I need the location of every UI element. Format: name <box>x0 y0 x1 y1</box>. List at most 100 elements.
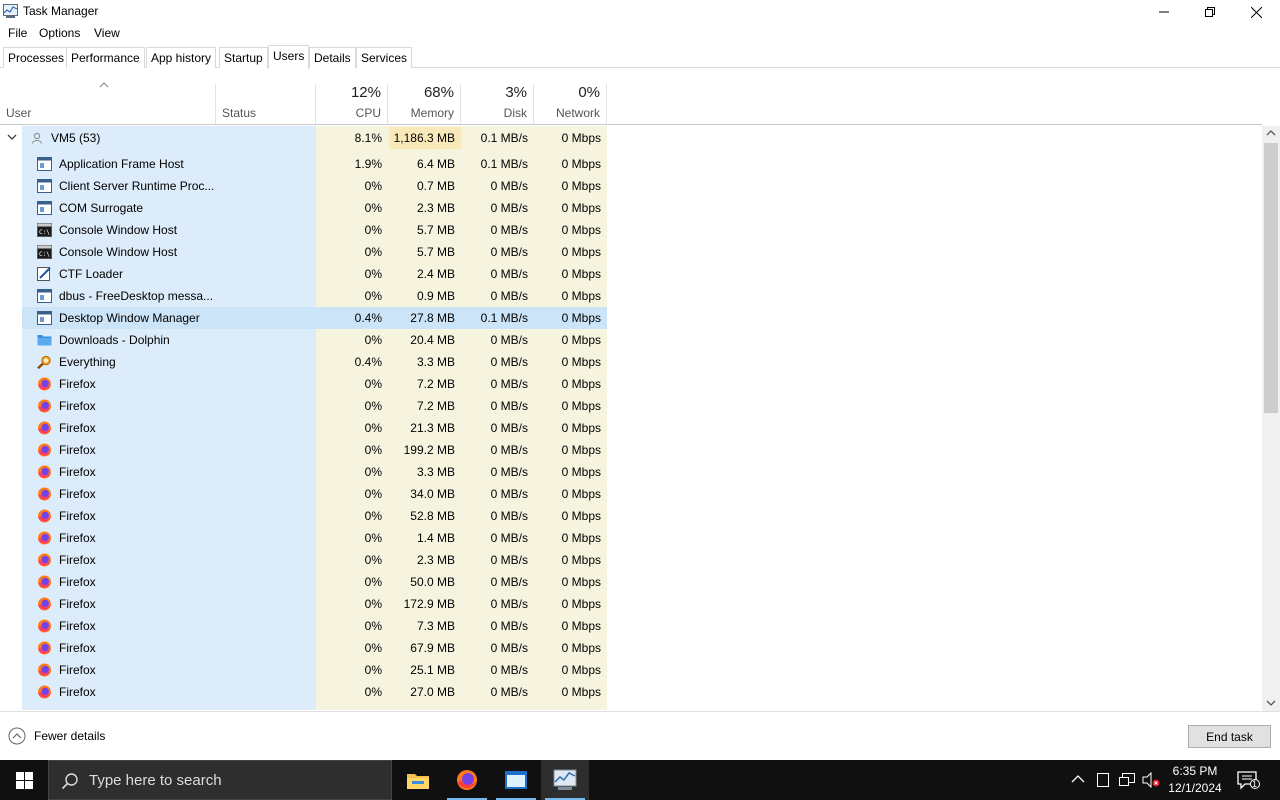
column-user[interactable]: User <box>0 84 216 124</box>
menu-options[interactable]: Options <box>39 26 80 40</box>
show-hidden-icons-icon[interactable] <box>1071 775 1085 783</box>
fewer-details-button[interactable]: Fewer details <box>8 727 105 745</box>
process-network: 0 Mbps <box>561 509 601 523</box>
taskbar-file-explorer[interactable] <box>394 760 442 800</box>
process-memory: 34.0 MB <box>410 487 455 501</box>
process-row-selected[interactable]: Desktop Window Manager 0.4% 27.8 MB 0.1 MB/… <box>22 307 607 329</box>
process-disk: 0 MB/s <box>490 355 528 369</box>
chevron-down-icon[interactable] <box>7 134 17 141</box>
vertical-scrollbar[interactable] <box>1262 126 1280 711</box>
window-icon <box>37 289 52 303</box>
scroll-up-icon[interactable] <box>1266 130 1276 136</box>
minimize-button[interactable] <box>1141 0 1187 24</box>
process-row[interactable]: Downloads - Dolphin 0% 20.4 MB 0 MB/s 0 Mbps <box>22 329 607 351</box>
process-memory: 20.4 MB <box>410 333 455 347</box>
window-app-icon <box>505 771 527 789</box>
process-memory: 21.3 MB <box>410 421 455 435</box>
menu-view[interactable]: View <box>94 26 120 40</box>
process-row[interactable]: Firefox 0% 67.9 MB 0 MB/s 0 Mbps <box>22 637 607 659</box>
start-button[interactable] <box>0 760 48 800</box>
process-row[interactable]: Firefox 0% 3.3 MB 0 MB/s 0 Mbps <box>22 461 607 483</box>
process-cpu: 0% <box>364 663 382 677</box>
console-icon: C:\ <box>37 245 52 259</box>
process-cpu: 0% <box>364 377 382 391</box>
process-cpu: 0.4% <box>354 355 382 369</box>
process-row[interactable]: Firefox 0% 172.9 MB 0 MB/s 0 Mbps <box>22 593 607 615</box>
process-row[interactable]: Firefox 0% 2.3 MB 0 MB/s 0 Mbps <box>22 549 607 571</box>
taskbar-window-app[interactable] <box>492 760 540 800</box>
process-row[interactable]: Firefox 0% 27.0 MB 0 MB/s 0 Mbps <box>22 681 607 703</box>
process-cpu: 0% <box>364 179 382 193</box>
process-row[interactable]: Firefox 0% 199.2 MB 0 MB/s 0 Mbps <box>22 439 607 461</box>
close-button[interactable] <box>1233 0 1279 24</box>
process-memory: 52.8 MB <box>410 509 455 523</box>
process-network: 0 Mbps <box>561 355 601 369</box>
process-disk: 0 MB/s <box>490 641 528 655</box>
process-row[interactable]: Firefox 0% 52.8 MB 0 MB/s 0 Mbps <box>22 505 607 527</box>
process-row[interactable]: Firefox 0% 1.4 MB 0 MB/s 0 Mbps <box>22 527 607 549</box>
column-status[interactable]: Status <box>216 84 316 124</box>
tab-processes[interactable]: Processes <box>3 47 70 68</box>
tab-app-history[interactable]: App history <box>146 47 217 68</box>
action-center-button[interactable]: 1 <box>1236 770 1260 793</box>
tab-performance[interactable]: Performance <box>66 47 145 68</box>
speaker-muted-icon[interactable] <box>1142 772 1160 788</box>
process-network: 0 Mbps <box>561 575 601 589</box>
process-memory: 25.1 MB <box>410 663 455 677</box>
tab-startup[interactable]: Startup <box>219 47 268 68</box>
taskbar-firefox[interactable] <box>443 760 491 800</box>
process-disk: 0 MB/s <box>490 553 528 567</box>
tab-users[interactable]: Users <box>268 45 310 69</box>
tab-details[interactable]: Details <box>309 47 356 68</box>
scrollbar-thumb[interactable] <box>1264 143 1278 413</box>
column-disk[interactable]: 3% Disk <box>461 84 534 124</box>
process-row[interactable]: dbus - FreeDesktop messa... 0% 0.9 MB 0 MB/… <box>22 285 607 307</box>
search-placeholder: Type here to search <box>89 772 222 789</box>
column-network-label: Network <box>555 106 600 120</box>
column-memory[interactable]: 68% Memory <box>388 84 461 124</box>
user-group-row[interactable]: VM5 (53) 8.1% 1,186.3 MB 0.1 MB/s 0 Mbps <box>0 127 607 149</box>
process-row[interactable]: Firefox 0% 7.3 MB 0 MB/s 0 Mbps <box>22 615 607 637</box>
process-disk: 0 MB/s <box>490 333 528 347</box>
taskbar-task-manager[interactable] <box>541 760 589 800</box>
process-name: Firefox <box>59 443 96 457</box>
firefox-icon <box>37 619 52 633</box>
process-row[interactable]: Client Server Runtime Proc... 0% 0.7 MB 0 M… <box>22 175 607 197</box>
tab-services[interactable]: Services <box>356 47 413 68</box>
process-row[interactable]: Everything 0.4% 3.3 MB 0 MB/s 0 Mbps <box>22 351 607 373</box>
process-row[interactable]: Firefox 0% 25.1 MB 0 MB/s 0 Mbps <box>22 659 607 681</box>
process-name: Firefox <box>59 377 96 391</box>
restore-button[interactable] <box>1187 0 1233 24</box>
firefox-icon <box>37 553 52 567</box>
column-user-label: User <box>6 106 32 120</box>
process-row[interactable]: C:\ Console Window Host 0% 5.7 MB 0 MB/s 0 Mb… <box>22 219 607 241</box>
column-network[interactable]: 0% Network <box>534 84 607 124</box>
scroll-down-icon[interactable] <box>1266 700 1276 706</box>
menu-file[interactable]: File <box>8 26 27 40</box>
process-row[interactable]: Firefox 0% 34.0 MB 0 MB/s 0 Mbps <box>22 483 607 505</box>
process-row[interactable]: Firefox 0% 7.2 MB 0 MB/s 0 Mbps <box>22 395 607 417</box>
taskbar-search-box[interactable]: Type here to search <box>48 760 392 800</box>
process-row[interactable]: CTF Loader 0% 2.4 MB 0 MB/s 0 Mbps <box>22 263 607 285</box>
process-row[interactable]: Firefox 0% 21.3 MB 0 MB/s 0 Mbps <box>22 417 607 439</box>
process-network: 0 Mbps <box>561 421 601 435</box>
process-disk: 0.1 MB/s <box>480 157 528 171</box>
process-row[interactable]: C:\ Console Window Host 0% 5.7 MB 0 MB/s 0 Mb… <box>22 241 607 263</box>
process-network: 0 Mbps <box>561 333 601 347</box>
tablet-icon[interactable] <box>1096 772 1110 788</box>
process-name: Firefox <box>59 509 96 523</box>
process-row[interactable]: COM Surrogate 0% 2.3 MB 0 MB/s 0 Mbps <box>22 197 607 219</box>
search-icon <box>61 773 78 790</box>
title-bar: Task Manager <box>0 0 1280 24</box>
process-memory: 50.0 MB <box>410 575 455 589</box>
process-row[interactable]: Firefox 0% 50.0 MB 0 MB/s 0 Mbps <box>22 571 607 593</box>
process-list: VM5 (53) 8.1% 1,186.3 MB 0.1 MB/s 0 Mbps… <box>0 126 1262 710</box>
system-clock[interactable]: 6:35 PM 12/1/2024 <box>1160 763 1230 797</box>
process-row[interactable]: Firefox 0% 7.2 MB 0 MB/s 0 Mbps <box>22 373 607 395</box>
process-row[interactable]: Application Frame Host 1.9% 6.4 MB 0.1 MB/s… <box>22 153 607 175</box>
end-task-button[interactable]: End task <box>1188 725 1271 748</box>
network-icon[interactable] <box>1118 772 1136 788</box>
column-cpu[interactable]: 12% CPU <box>316 84 388 124</box>
process-name: Everything <box>59 355 116 369</box>
process-cpu: 0% <box>364 443 382 457</box>
